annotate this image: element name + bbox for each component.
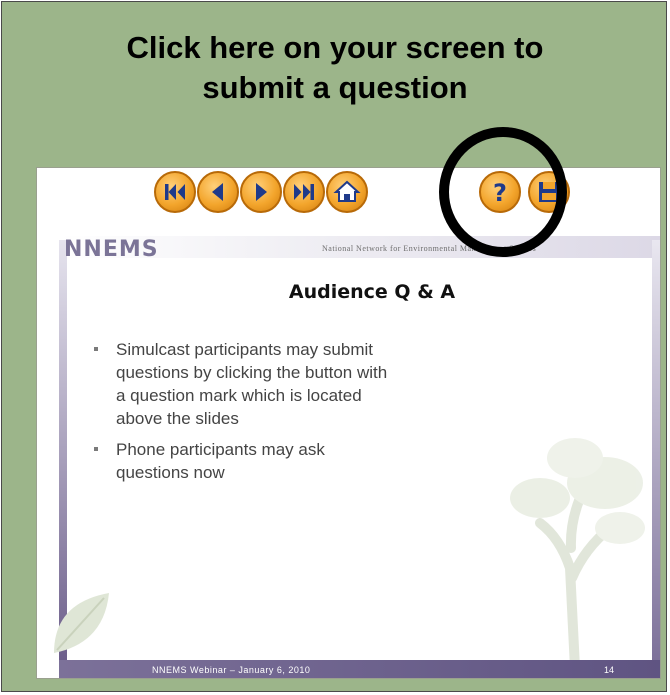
page-number: 14 (603, 665, 614, 675)
previous-slide-button[interactable] (197, 171, 239, 213)
bullet-item: Simulcast participants may submit questi… (92, 338, 392, 430)
footer-text: NNEMS Webinar – January 6, 2010 (152, 665, 311, 675)
nnems-logo: NNEMS (64, 237, 159, 262)
next-slide-button[interactable] (240, 171, 282, 213)
bullet-list: Simulcast participants may submit questi… (92, 338, 392, 492)
slide-right-border (652, 240, 660, 660)
tree-illustration (510, 438, 645, 668)
last-slide-button[interactable] (283, 171, 325, 213)
organization-name: National Network for Environmental Manag… (322, 244, 537, 253)
skip-to-end-icon (294, 184, 314, 200)
instruction-heading: Click here on your screen to submit a qu… (2, 28, 668, 108)
slide-footer-bar: NNEMS Webinar – January 6, 2010 14 (59, 660, 660, 678)
instruction-line-1: Click here on your screen to (126, 30, 544, 65)
svg-text:?: ? (493, 179, 507, 207)
instruction-panel: Click here on your screen to submit a qu… (1, 1, 667, 692)
chevron-left-icon (212, 183, 223, 201)
question-button[interactable]: ? (479, 171, 521, 213)
chevron-right-icon (256, 183, 267, 201)
instruction-line-2: submit a question (202, 70, 468, 105)
leaf-illustration (54, 593, 109, 653)
skip-to-start-icon (165, 184, 185, 200)
home-icon (333, 180, 361, 202)
save-button[interactable] (528, 171, 570, 213)
question-mark-icon: ? (493, 179, 507, 207)
floppy-disk-icon (539, 182, 559, 202)
slide-title: Audience Q & A (288, 281, 456, 303)
home-button[interactable] (326, 171, 368, 213)
presentation-slide: NNEMS National Network for Environmental… (36, 167, 661, 679)
first-slide-button[interactable] (154, 171, 196, 213)
bullet-item: Phone participants may ask questions now (92, 438, 392, 484)
